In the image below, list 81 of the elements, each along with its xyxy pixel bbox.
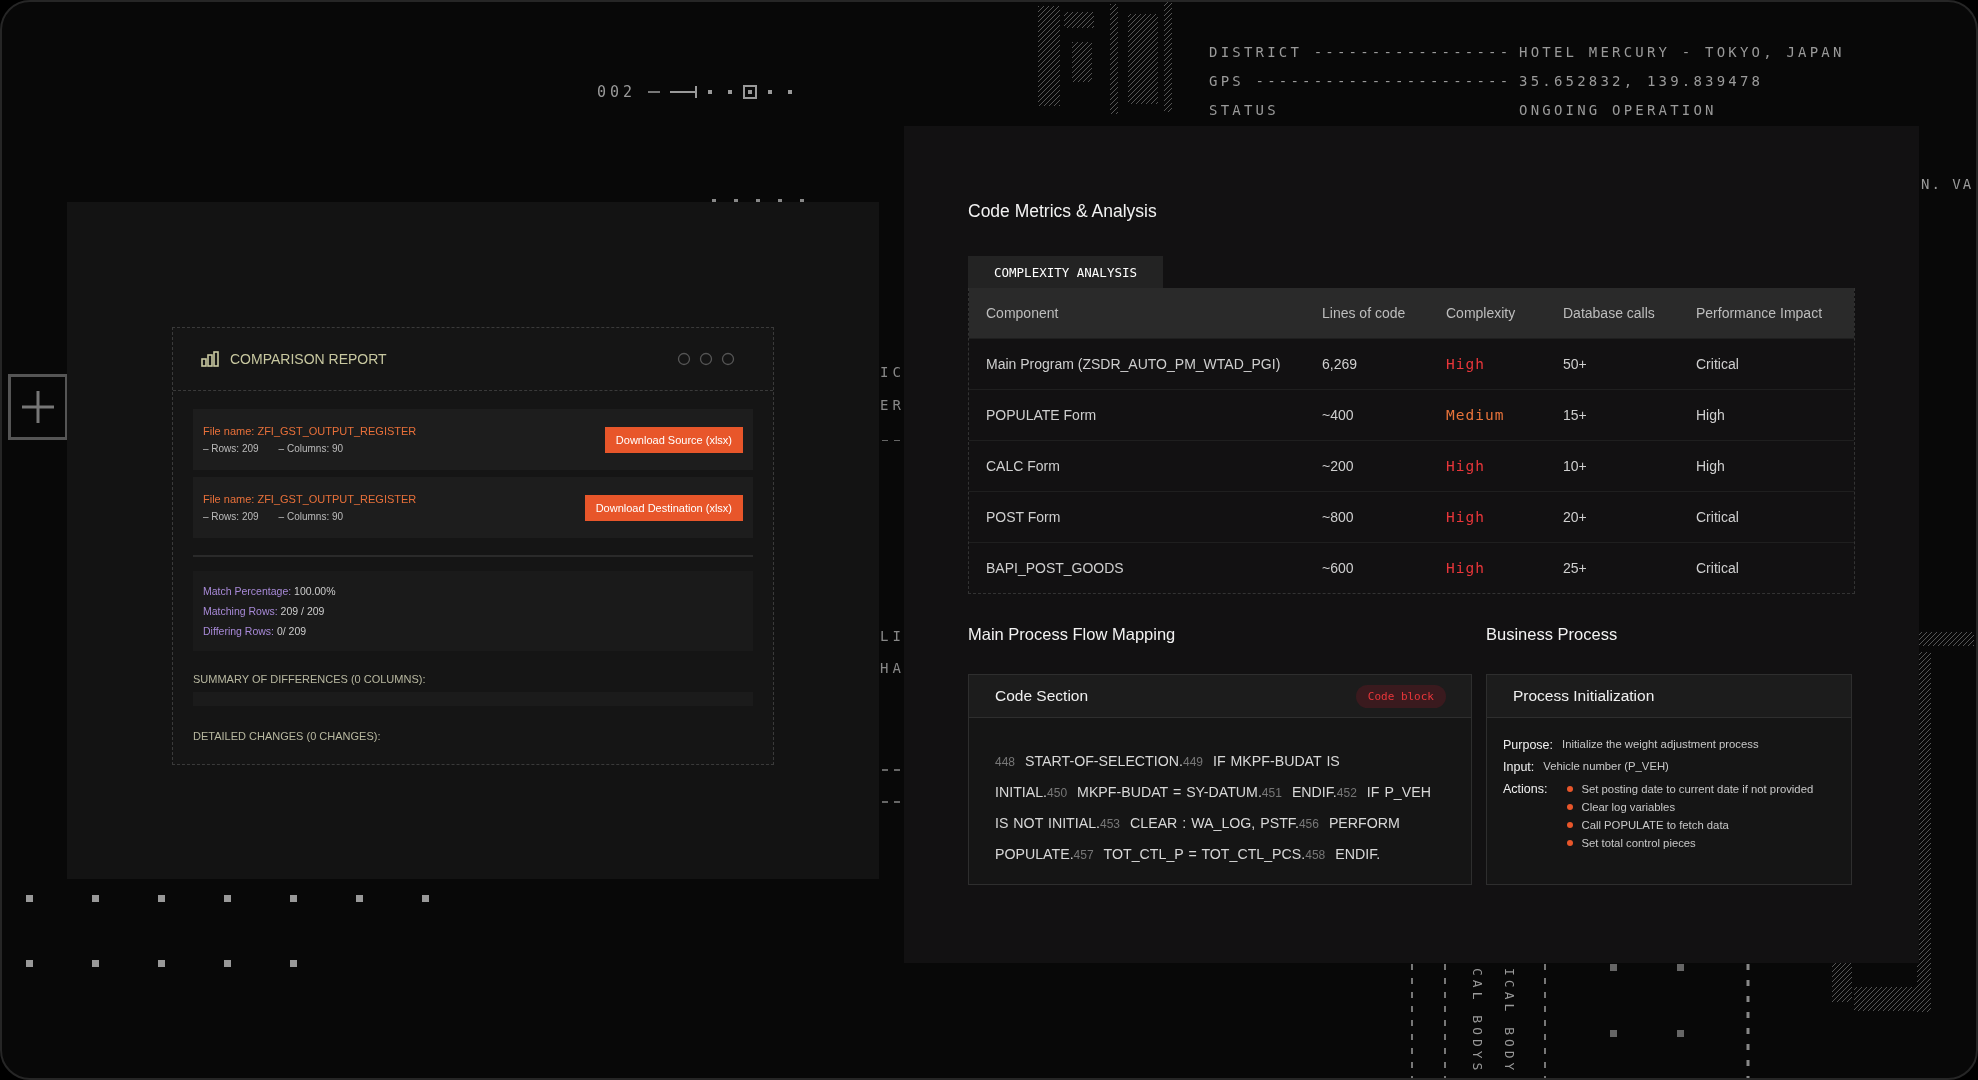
info-value: 35.652832, 139.839478 [1519,73,1764,89]
bullet-icon [1567,822,1574,828]
text-fragment: ER [880,397,905,413]
bullet-icon [1567,840,1574,846]
complexity-label: High [1446,509,1486,525]
table-cell-text: ~200 [1322,458,1355,474]
table-cell-text: 10+ [1563,458,1588,474]
file-name: File name: ZFI_GST_OUTPUT_REGISTER [203,425,417,437]
edge-text-fragment: N. VA [1921,176,1974,192]
info-label: DISTRICT ----------------- [1209,44,1513,60]
stat-line: Matching Rows: 209 / 209 [203,605,326,617]
field-label: Purpose: [1503,738,1554,752]
table-cell-text: 50+ [1563,356,1588,372]
download-button[interactable]: Download Source (xlsx) [604,426,743,453]
bar-chart-icon [201,351,219,367]
field-value: Vehicle number (P_VEH) [1543,760,1669,772]
row-count: – Rows: 209 [203,443,259,454]
table-cell-text: High [1696,458,1726,474]
column-count: – Columns: 90 [278,443,344,454]
table-cell-text: CALC Form [985,458,1061,474]
summary-heading: SUMMARY OF DIFFERENCES (0 COLUMNS): [193,673,427,685]
info-label: GPS ---------------------- [1209,73,1513,89]
column-header: Component [985,305,1060,321]
column-header: Complexity [1446,305,1517,321]
complexity-label: High [1446,560,1486,576]
field-value: Initialize the weight adjustment process [1562,738,1759,750]
code-badge: Code block [1355,684,1446,708]
vertical-label: ICAL BODY [1502,968,1517,1075]
row-count: – Rows: 209 [203,511,259,522]
column-count: – Columns: 90 [278,511,344,522]
text-fragment: LI [880,628,905,644]
complexity-label: High [1446,458,1486,474]
download-button[interactable]: Download Destination (xlsx) [584,494,743,521]
card-title: Code Section [995,687,1089,705]
table-cell-text: 25+ [1563,560,1588,576]
table-cell-text: Critical [1696,560,1740,576]
column-header: Performance Impact [1696,305,1824,321]
table-cell-text: ~800 [1322,509,1355,525]
table-cell-text: Critical [1696,509,1740,525]
action-item: Set posting date to current date if not provided [1581,783,1814,795]
table-cell-text: BAPI_POST_GOODS [985,560,1125,576]
details-heading: DETAILED CHANGES (0 CHANGES): [193,730,382,742]
window-controls-icon [677,352,735,366]
table-cell-text: 15+ [1563,407,1588,423]
column-header: Lines of code [1322,305,1407,321]
complexity-label: Medium [1446,407,1506,423]
text-fragment: IC [880,364,905,380]
section-title: Business Process [1486,625,1619,644]
section-title: Main Process Flow Mapping [968,625,1177,644]
column-header: Database calls [1563,305,1656,321]
table-cell-text: 6,269 [1322,356,1359,372]
code-listing: 448 START-OF-SELECTION.449 IF MKPF-BUDAT IS INITIAL.450 MKPF-BUDAT = SY-DATUM.451 ENDIF.452 IF P_VEH IS NOT INITIAL.453 CLEAR : WA_LOG, PSTF.456 PERFORM POPULATE.457 TOT_CTL_P = TOT_CTL_PCS.458 ENDIF. [994,752,1432,864]
report-title: COMPARISON REPORT [230,351,387,367]
table-cell-text: POPULATE Form [985,407,1098,423]
action-item: Clear log variables [1581,801,1676,813]
action-item: Call POPULATE to fetch data [1581,819,1729,831]
card-title: Process Initialization [1513,687,1655,705]
table-cell-text: Main Program (ZSDR_AUTO_PM_WTAD_PGI) [985,356,1282,372]
table-cell-text: POST Form [985,509,1062,525]
field-label: Actions: [1503,782,1548,796]
bullet-icon [1567,786,1574,792]
bullet-icon [1567,804,1574,810]
info-value: HOTEL MERCURY - TOKYO, JAPAN [1519,44,1845,60]
complexity-label: High [1446,356,1486,372]
stat-line: Differing Rows: 0/ 209 [203,625,308,637]
table-cell-text: 20+ [1563,509,1588,525]
tab[interactable]: COMPLEXITY ANALYSIS [968,256,1163,288]
text-fragment: HA [880,660,905,676]
field-label: Input: [1503,760,1535,774]
stat-line: Match Percentage: 100.00% [203,585,337,597]
section-title: Code Metrics & Analysis [968,201,1158,222]
info-value: ONGOING OPERATION [1519,102,1717,118]
table-cell-text: High [1696,407,1726,423]
table-cell-text: ~600 [1322,560,1355,576]
table-cell-text: Critical [1696,356,1740,372]
sequence-code: 002 [597,83,637,101]
action-item: Set total control pieces [1581,837,1696,849]
file-name: File name: ZFI_GST_OUTPUT_REGISTER [203,493,417,505]
table-cell-text: ~400 [1322,407,1355,423]
info-label: STATUS [1209,102,1280,118]
vertical-label: CAL BODYS [1470,968,1485,1075]
